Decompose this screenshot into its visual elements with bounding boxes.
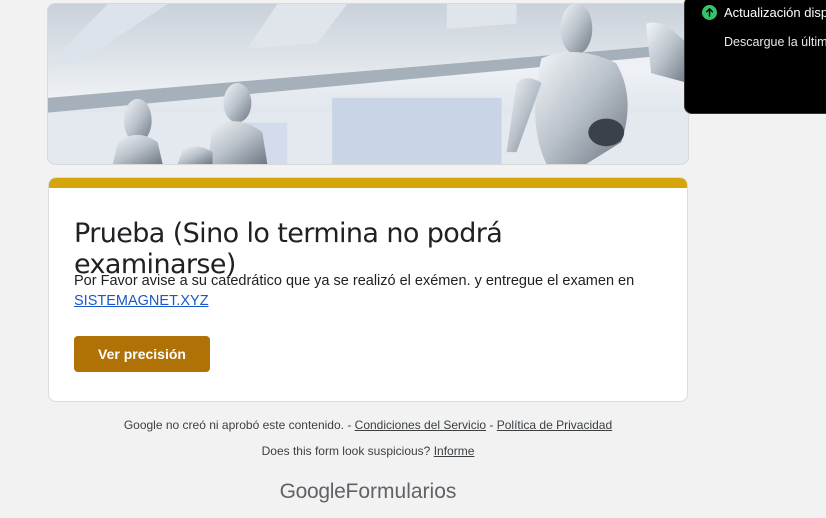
footer-disclaimer: Google no creó ni aprobó este contenido.… bbox=[48, 418, 688, 432]
terms-link[interactable]: Condiciones del Servicio bbox=[355, 418, 486, 432]
arrow-up-circle-icon bbox=[702, 5, 717, 20]
ver-precision-button[interactable]: Ver precisión bbox=[74, 336, 210, 372]
notification-body: Descargue la última bbox=[724, 35, 826, 49]
form-info-card: Prueba (Sino lo termina no podrá examina… bbox=[48, 177, 688, 402]
footer-separator: - bbox=[489, 418, 494, 432]
form-description-text: Por Favor avise a su catedrático que ya … bbox=[74, 273, 635, 289]
card-accent-bar bbox=[49, 178, 687, 188]
sistemagnet-link[interactable]: SISTEMAGNET.XYZ bbox=[74, 293, 209, 309]
form-description: Por Favor avise a su catedrático que ya … bbox=[74, 271, 667, 311]
suspicious-text: Does this form look suspicious? bbox=[261, 444, 431, 458]
update-notification[interactable]: Actualización dispo Descargue la última bbox=[684, 0, 826, 114]
footer-report: Does this form look suspicious? Informe bbox=[48, 444, 688, 458]
form-header-image bbox=[47, 3, 689, 165]
report-link[interactable]: Informe bbox=[434, 444, 475, 458]
privacy-link[interactable]: Política de Privacidad bbox=[497, 418, 612, 432]
notification-title: Actualización dispo bbox=[724, 5, 826, 20]
logo-google-text: Google bbox=[279, 480, 346, 503]
google-form-page: Prueba (Sino lo termina no podrá examina… bbox=[0, 0, 826, 518]
logo-product-text: Formularios bbox=[345, 480, 457, 503]
disclaimer-text: Google no creó ni aprobó este contenido.… bbox=[123, 418, 352, 432]
google-forms-logo[interactable]: GoogleFormularios bbox=[48, 480, 688, 504]
arrow-up-icon bbox=[705, 8, 714, 17]
robots-illustration bbox=[48, 4, 688, 164]
